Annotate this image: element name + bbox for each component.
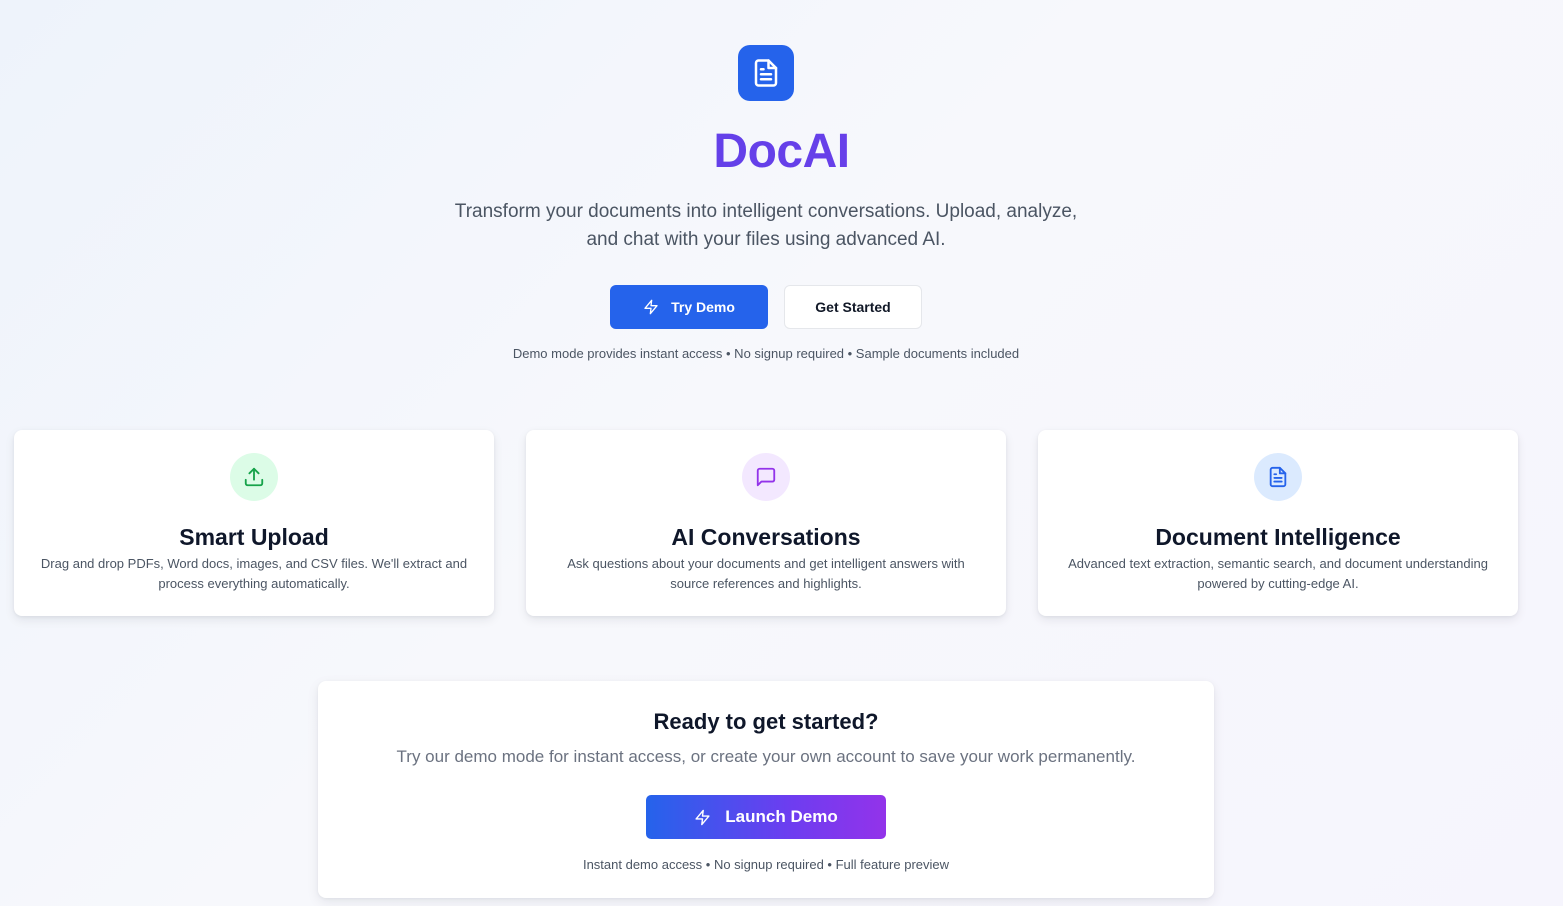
tagline: Transform your documents into intelligen… bbox=[431, 198, 1101, 254]
feature-description: Ask questions about your documents and g… bbox=[567, 556, 965, 591]
get-started-button[interactable]: Get Started bbox=[784, 285, 922, 329]
brand-title: DocAI bbox=[0, 124, 1563, 180]
logo bbox=[738, 45, 794, 101]
feature-card-smart-upload: Smart Upload Drag and drop PDFs, Word do… bbox=[14, 430, 494, 616]
cta-title: Ready to get started? bbox=[653, 709, 879, 734]
feature-title: Smart Upload bbox=[179, 524, 329, 550]
tagline-line-1: Transform your documents into intelligen… bbox=[454, 201, 1078, 222]
feature-title: AI Conversations bbox=[671, 524, 861, 550]
document-icon bbox=[754, 59, 778, 87]
lightning-icon bbox=[644, 299, 658, 315]
cta-text: Try our demo mode for instant access, or… bbox=[396, 747, 1136, 766]
launch-demo-label: Launch Demo bbox=[725, 807, 838, 826]
feature-icon-circle bbox=[230, 453, 278, 501]
launch-demo-button[interactable]: Launch Demo bbox=[646, 795, 886, 839]
feature-icon-circle bbox=[1254, 453, 1302, 501]
upload-icon bbox=[244, 467, 264, 487]
feature-card-document-intelligence: Document Intelligence Advanced text extr… bbox=[1038, 430, 1518, 616]
cta-card: Ready to get started? Try our demo mode … bbox=[318, 681, 1214, 898]
feature-title: Document Intelligence bbox=[1155, 524, 1401, 550]
feature-description: Drag and drop PDFs, Word docs, images, a… bbox=[40, 556, 468, 591]
demo-note: Demo mode provides instant access • No s… bbox=[512, 346, 1020, 361]
lightning-icon bbox=[695, 809, 710, 825]
feature-description: Advanced text extraction, semantic searc… bbox=[1068, 556, 1488, 591]
get-started-label: Get Started bbox=[815, 299, 891, 315]
cta-note: Instant demo access • No signup required… bbox=[582, 857, 950, 872]
try-demo-label: Try Demo bbox=[671, 299, 735, 315]
tagline-line-2: and chat with your files using advanced … bbox=[586, 229, 946, 250]
chat-bubble-icon bbox=[756, 467, 776, 487]
document-icon bbox=[1269, 466, 1287, 488]
feature-icon-circle bbox=[742, 453, 790, 501]
feature-card-ai-conversations: AI Conversations Ask questions about you… bbox=[526, 430, 1006, 616]
try-demo-button[interactable]: Try Demo bbox=[610, 285, 768, 329]
